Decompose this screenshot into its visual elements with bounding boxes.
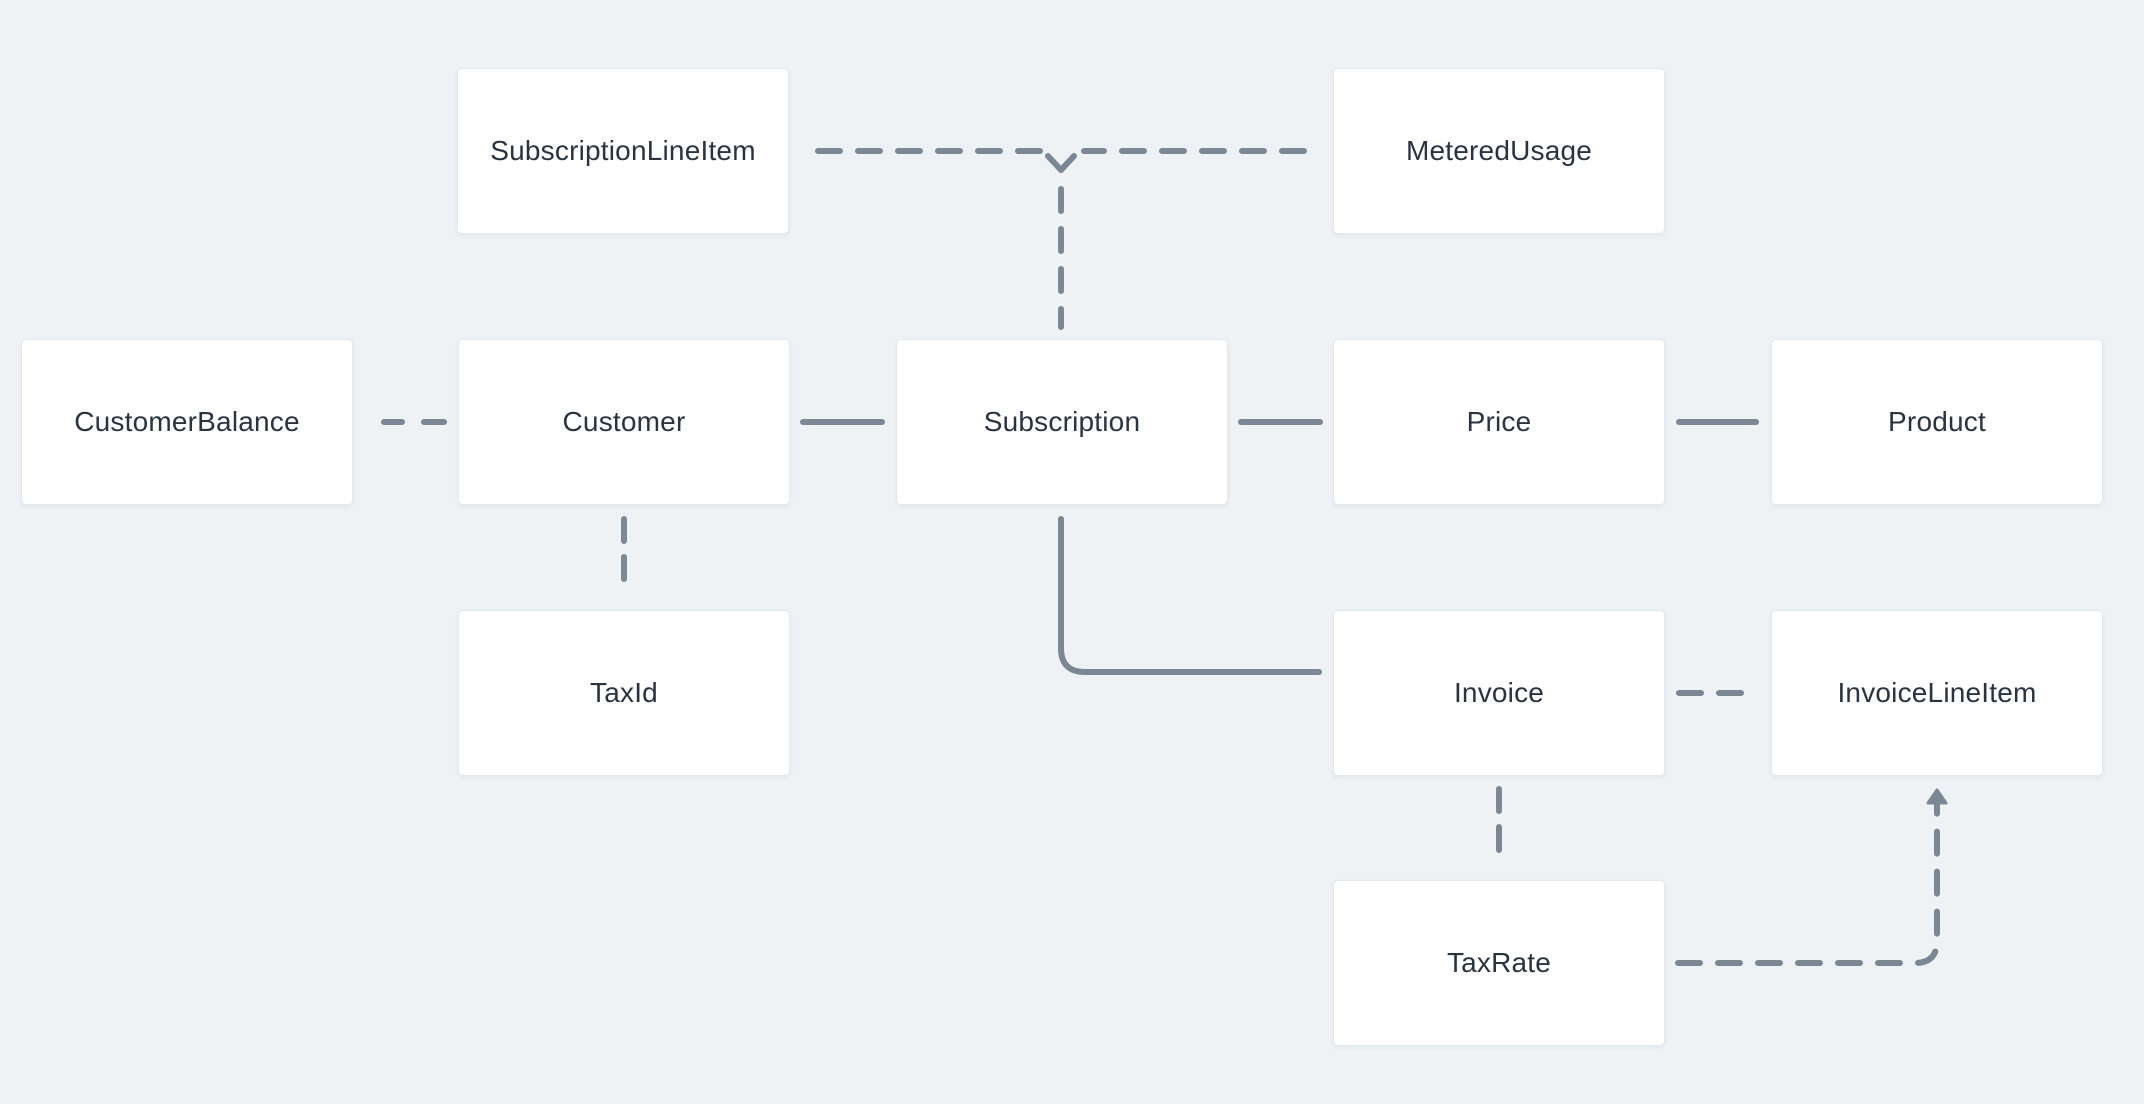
node-label: MeteredUsage — [1405, 135, 1593, 166]
arrow-up-icon — [1926, 788, 1948, 805]
node-label: Subscription — [983, 406, 1141, 437]
node-customer-balance[interactable]: CustomerBalance — [21, 339, 353, 505]
node-metered-usage[interactable]: MeteredUsage — [1333, 68, 1665, 234]
node-label: TaxRate — [1446, 947, 1552, 978]
node-invoice[interactable]: Invoice — [1333, 610, 1665, 776]
node-label: TaxId — [590, 677, 658, 708]
node-label: Customer — [562, 406, 686, 437]
node-tax-rate[interactable]: TaxRate — [1333, 880, 1665, 1046]
node-tax-id[interactable]: TaxId — [458, 610, 790, 776]
node-subscription[interactable]: Subscription — [896, 339, 1228, 505]
node-product[interactable]: Product — [1771, 339, 2103, 505]
node-label: InvoiceLineItem — [1837, 677, 2037, 708]
diagram-canvas: SubscriptionLineItem MeteredUsage Custom… — [0, 0, 2144, 1104]
node-label: Invoice — [1453, 677, 1545, 708]
edge-tax-rate-to-invoice-line-item — [1675, 801, 1940, 966]
node-customer[interactable]: Customer — [458, 339, 790, 505]
node-price[interactable]: Price — [1333, 339, 1665, 505]
node-label: SubscriptionLineItem — [490, 135, 756, 166]
edges-layer — [381, 148, 1948, 966]
node-invoice-line-item[interactable]: InvoiceLineItem — [1771, 610, 2103, 776]
fork-icon — [1045, 153, 1077, 173]
node-label: Product — [1888, 406, 1986, 437]
node-label: CustomerBalance — [74, 406, 300, 437]
node-subscription-line-item[interactable]: SubscriptionLineItem — [457, 68, 789, 234]
node-label: Price — [1466, 406, 1532, 437]
edge-subscription-to-invoice — [1058, 516, 1322, 675]
